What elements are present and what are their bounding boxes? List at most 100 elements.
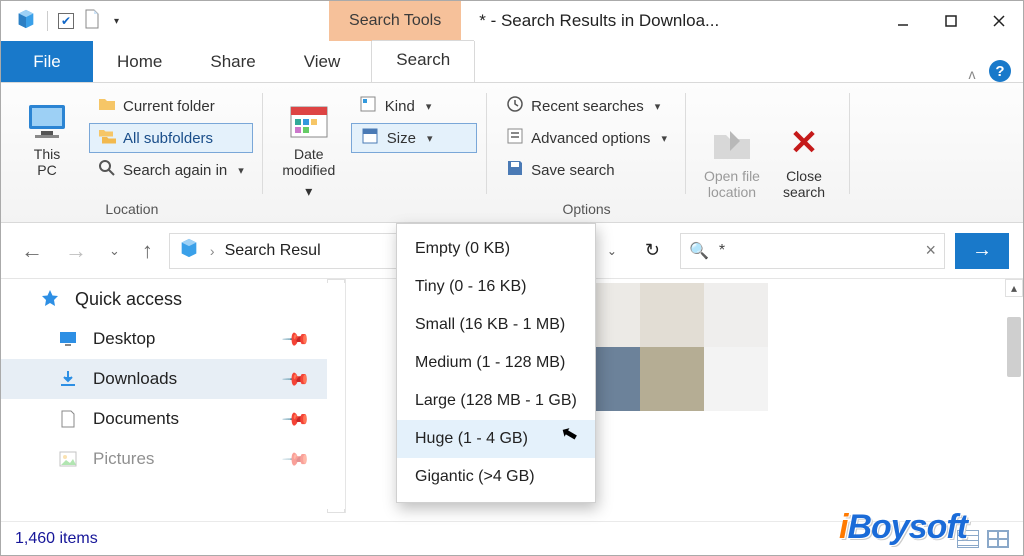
address-text: Search Resul (225, 242, 321, 260)
close-window-button[interactable] (975, 1, 1023, 41)
back-button[interactable]: ← (15, 238, 49, 264)
tab-home[interactable]: Home (93, 41, 186, 82)
all-subfolders-button[interactable]: All subfolders (89, 123, 253, 153)
kind-button[interactable]: Kind ▾ (351, 91, 477, 121)
pin-icon: 📌 (280, 324, 311, 355)
size-option-small[interactable]: Small (16 KB - 1 MB) (397, 306, 595, 344)
group-options: Recent searches ▾ Advanced options ▾ Sav… (487, 83, 686, 222)
history-dropdown[interactable]: ⌄ (103, 243, 126, 259)
size-option-empty[interactable]: Empty (0 KB) (397, 230, 595, 268)
group-location-label: Location (105, 196, 158, 222)
size-option-gigantic[interactable]: Gigantic (>4 GB) (397, 458, 595, 496)
close-search-button[interactable]: ✕ Close search (768, 111, 840, 200)
kind-icon (360, 96, 378, 116)
minimize-button[interactable] (879, 1, 927, 41)
search-again-icon (98, 159, 116, 181)
desktop-icon (57, 329, 79, 349)
nav-documents-label: Documents (93, 409, 179, 429)
navpane-scrollbar[interactable]: ▴ ▾ (327, 279, 345, 513)
refresh-button[interactable]: ↻ (635, 240, 670, 261)
location-icon (178, 237, 200, 264)
scroll-thumb[interactable] (1007, 317, 1021, 377)
collapse-ribbon-button[interactable]: ʌ (955, 66, 989, 82)
chevron-down-icon: ▾ (238, 164, 244, 177)
save-search-label: Save search (531, 162, 614, 179)
tab-file[interactable]: File (1, 41, 93, 82)
nav-documents[interactable]: Documents 📌 (1, 399, 345, 439)
size-option-medium[interactable]: Medium (1 - 128 MB) (397, 344, 595, 382)
quick-access-toolbar: ✔ ▾ (1, 1, 119, 41)
save-search-button[interactable]: Save search (497, 155, 676, 185)
search-again-in-button[interactable]: Search again in ▾ (89, 155, 253, 185)
size-option-tiny[interactable]: Tiny (0 - 16 KB) (397, 268, 595, 306)
tab-share[interactable]: Share (186, 41, 279, 82)
size-icon (362, 128, 380, 148)
open-file-location-label: Open file location (704, 168, 760, 200)
close-icon: ✕ (790, 117, 819, 163)
watermark: iiBoysoftBoysoft (839, 508, 967, 547)
open-location-icon (710, 117, 754, 163)
calendar-icon (287, 95, 331, 141)
up-button[interactable]: ↑ (136, 238, 159, 264)
advanced-options-label: Advanced options (531, 130, 650, 147)
options-icon (506, 127, 524, 149)
advanced-options-button[interactable]: Advanced options ▾ (497, 123, 676, 153)
qat-customize-dropdown[interactable]: ▾ (110, 16, 119, 27)
size-option-large[interactable]: Large (128 MB - 1 GB) (397, 382, 595, 420)
size-filter-menu: Empty (0 KB) Tiny (0 - 16 KB) Small (16 … (396, 223, 596, 503)
search-tools-context-tab[interactable]: Search Tools (329, 1, 461, 41)
nav-desktop[interactable]: Desktop 📌 (1, 319, 345, 359)
this-pc-button[interactable]: This PC (11, 89, 83, 178)
search-query[interactable]: * (719, 242, 916, 260)
pin-icon: 📌 (280, 404, 311, 435)
pictures-icon (57, 449, 79, 469)
this-pc-label: This PC (34, 146, 60, 178)
current-folder-button[interactable]: Current folder (89, 91, 253, 121)
help-button[interactable]: ? (989, 60, 1011, 82)
app-icon (15, 8, 37, 35)
recent-searches-button[interactable]: Recent searches ▾ (497, 91, 676, 121)
qat-properties-checkbox[interactable]: ✔ (58, 13, 74, 29)
this-pc-icon (25, 95, 69, 141)
chevron-right-icon: › (210, 243, 215, 259)
recent-icon (506, 95, 524, 117)
nav-desktop-label: Desktop (93, 329, 155, 349)
item-count: 1,460 items (15, 530, 98, 548)
search-go-button[interactable]: → (955, 233, 1009, 269)
nav-downloads[interactable]: Downloads 📌 (1, 359, 345, 399)
window-controls (879, 1, 1023, 41)
scroll-up-icon[interactable]: ▴ (1005, 279, 1023, 297)
clear-search-button[interactable]: × (925, 240, 936, 261)
result-item[interactable] (576, 283, 768, 411)
folder-icon (98, 96, 116, 116)
search-box[interactable]: 🔍 * × (680, 233, 945, 269)
chevron-down-icon: ▾ (655, 100, 661, 113)
date-modified-button[interactable]: Date modified▾ (273, 89, 345, 200)
address-dropdown[interactable]: ⌄ (599, 244, 625, 258)
subfolders-icon (98, 128, 116, 148)
save-icon (506, 159, 524, 181)
nav-pictures[interactable]: Pictures 📌 (1, 439, 345, 479)
search-again-in-label: Search again in (123, 162, 227, 179)
nav-quick-access[interactable]: Quick access (1, 279, 345, 319)
results-scrollbar[interactable]: ▴ (1005, 279, 1023, 513)
qat-new-folder-icon[interactable] (84, 9, 100, 34)
star-icon (39, 289, 61, 309)
ribbon-body: This PC Current folder All subfolders Se… (1, 83, 1023, 223)
close-search-label: Close search (783, 168, 825, 200)
group-refine: Date modified▾ Kind ▾ Size ▾ Other prope… (263, 83, 487, 222)
open-file-location-button: Open file location (696, 111, 768, 200)
pin-icon: 📌 (280, 364, 311, 395)
scroll-down-icon[interactable]: ▾ (327, 495, 345, 513)
documents-icon (57, 409, 79, 429)
scroll-thumb[interactable] (329, 299, 343, 493)
maximize-button[interactable] (927, 1, 975, 41)
tab-view[interactable]: View (280, 41, 365, 82)
chevron-down-icon: ▾ (427, 132, 433, 145)
size-button[interactable]: Size ▾ (351, 123, 477, 153)
icons-view-button[interactable] (987, 530, 1009, 548)
chevron-down-icon: ▾ (661, 132, 667, 145)
scroll-up-icon[interactable]: ▴ (327, 279, 345, 297)
recent-searches-label: Recent searches (531, 98, 644, 115)
tab-search[interactable]: Search (372, 41, 474, 82)
